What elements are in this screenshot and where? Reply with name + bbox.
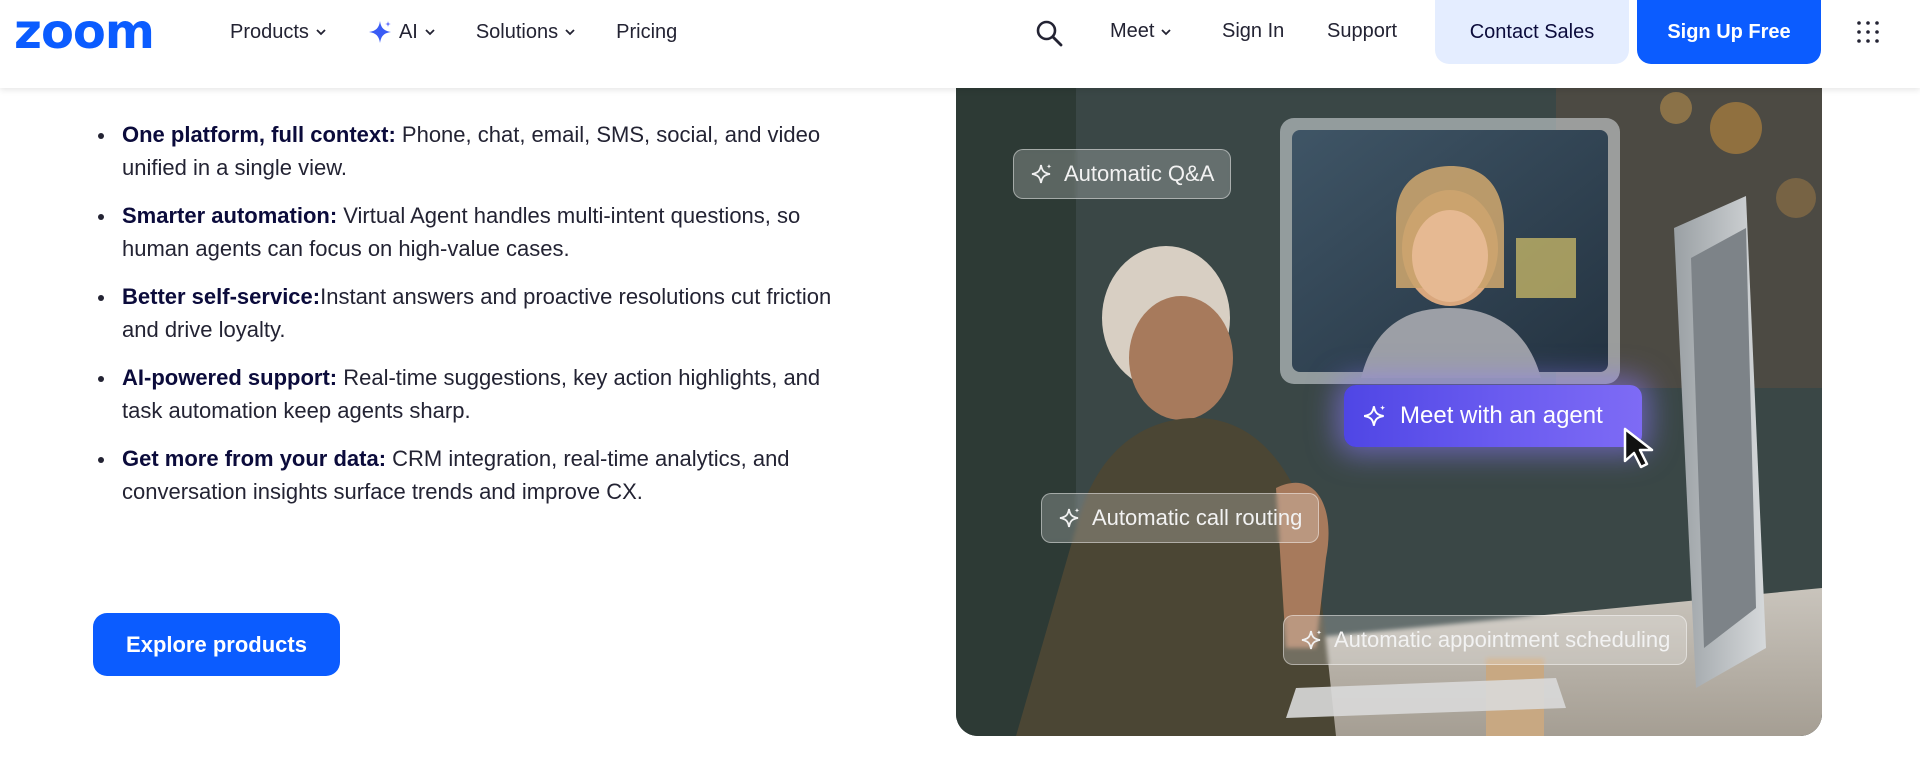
nav-pricing-label: Pricing bbox=[616, 20, 678, 43]
sign-in-link[interactable]: Sign In bbox=[1222, 20, 1284, 43]
list-item: Better self-service:Instant answers and … bbox=[96, 280, 866, 346]
nav-solutions[interactable]: Solutions bbox=[476, 21, 576, 44]
search-icon[interactable] bbox=[1034, 18, 1064, 48]
chip-automatic-qa: Automatic Q&A bbox=[1013, 149, 1232, 199]
list-item: Get more from your data: CRM integration… bbox=[96, 442, 866, 508]
nav-pricing[interactable]: Pricing bbox=[616, 21, 677, 44]
zoom-logo[interactable]: zoom bbox=[14, 8, 155, 56]
support-link[interactable]: Support bbox=[1327, 20, 1397, 43]
chevron-down-icon bbox=[1161, 28, 1172, 35]
sparkle-icon bbox=[1059, 508, 1080, 528]
list-item: One platform, full context: Phone, chat,… bbox=[96, 118, 866, 184]
feature-title: AI-powered support: bbox=[122, 365, 338, 390]
feature-list: One platform, full context: Phone, chat,… bbox=[96, 118, 866, 523]
feature-title: One platform, full context: bbox=[122, 122, 396, 147]
grid-icon[interactable] bbox=[1856, 20, 1880, 44]
explore-products-button[interactable]: Explore products bbox=[93, 613, 340, 676]
feature-title: Smarter automation: bbox=[122, 203, 338, 228]
nav-ai-label: AI bbox=[398, 20, 418, 43]
nav-meet[interactable]: Meet bbox=[1110, 20, 1172, 43]
sparkle-icon bbox=[1031, 164, 1052, 184]
chip-label: Meet with an agent bbox=[1400, 402, 1603, 429]
nav-meet-label: Meet bbox=[1110, 20, 1155, 42]
list-item: Smarter automation: Virtual Agent handle… bbox=[96, 199, 866, 265]
contact-sales-button[interactable]: Contact Sales bbox=[1435, 0, 1629, 64]
list-item: AI-powered support: Real-time suggestion… bbox=[96, 361, 866, 427]
sparkle-icon bbox=[368, 21, 391, 43]
chevron-down-icon bbox=[565, 29, 575, 36]
chevron-down-icon bbox=[425, 29, 435, 36]
mouse-pointer-icon bbox=[1623, 427, 1654, 469]
chip-label: Automatic Q&A bbox=[1064, 161, 1215, 186]
chip-automatic-appointment-scheduling: Automatic appointment scheduling bbox=[1283, 615, 1688, 665]
hero-image: Automatic Q&A Meet with an agent Automat… bbox=[956, 88, 1822, 736]
feature-title: Better self-service: bbox=[122, 284, 321, 309]
sparkle-icon bbox=[1301, 630, 1322, 650]
nav-solutions-label: Solutions bbox=[475, 20, 559, 43]
feature-title: Get more from your data: bbox=[122, 446, 387, 471]
sign-up-free-button[interactable]: Sign Up Free bbox=[1637, 0, 1821, 64]
sparkle-icon bbox=[1363, 405, 1386, 426]
chip-label: Automatic appointment scheduling bbox=[1334, 627, 1671, 652]
chip-label: Automatic call routing bbox=[1092, 505, 1303, 530]
top-nav-bar: zoom Products AI Solutions Pricing Meet … bbox=[0, 0, 1920, 88]
chip-meet-with-agent: Meet with an agent bbox=[1344, 385, 1642, 447]
chevron-down-icon bbox=[316, 29, 326, 36]
chip-automatic-call-routing: Automatic call routing bbox=[1041, 493, 1320, 543]
nav-ai[interactable]: AI bbox=[367, 19, 436, 45]
nav-products-label: Products bbox=[230, 20, 309, 43]
primary-nav: Products AI Solutions Pricing bbox=[230, 0, 717, 64]
nav-products[interactable]: Products bbox=[230, 21, 327, 44]
